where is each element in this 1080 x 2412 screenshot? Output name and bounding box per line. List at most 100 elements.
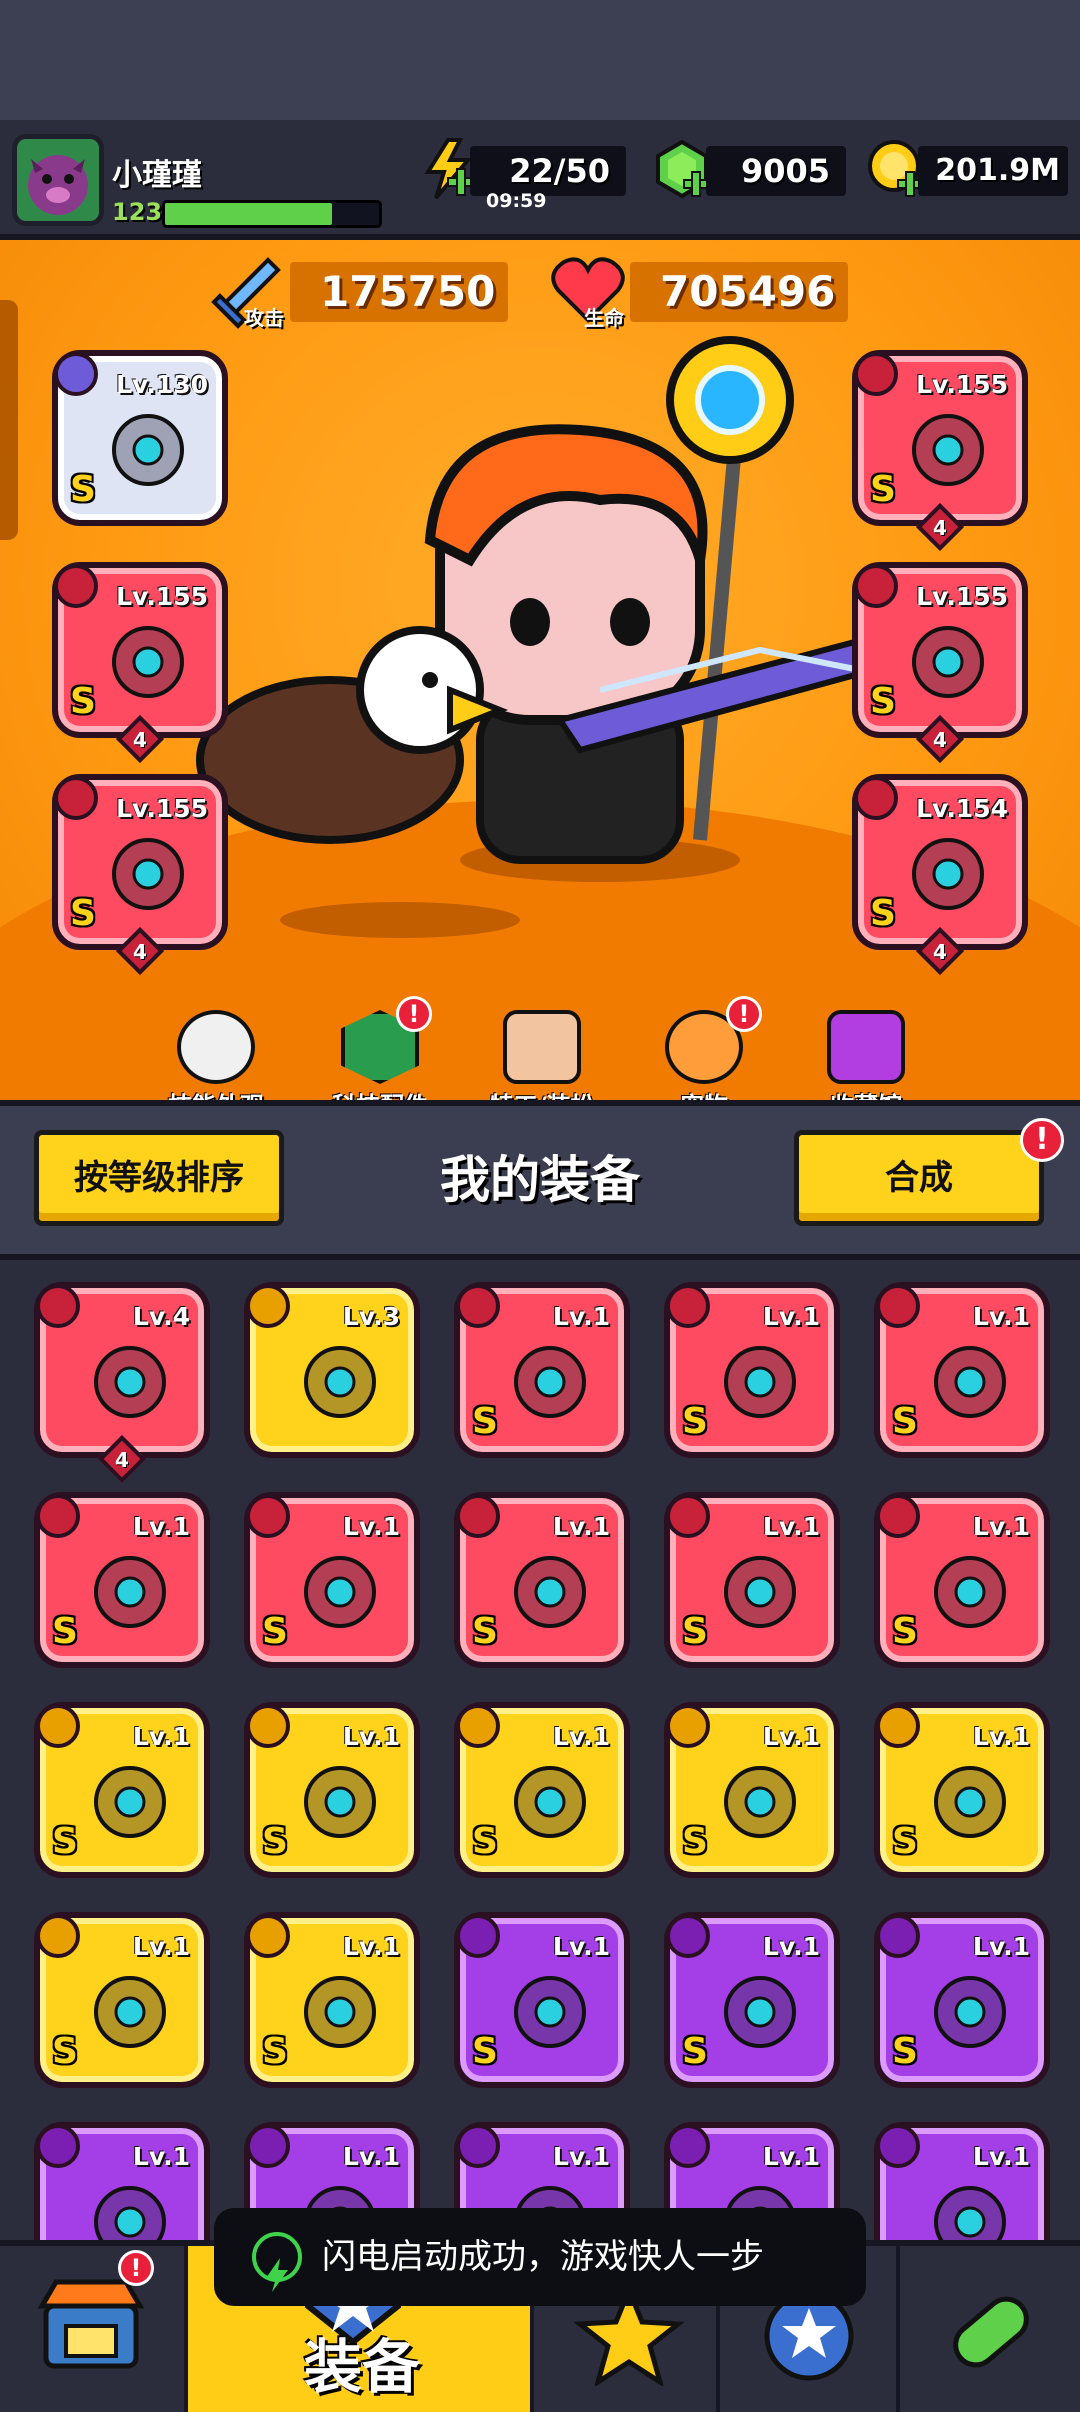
item-grade: S (892, 2031, 918, 2072)
item-level: Lv.155 (916, 370, 1008, 399)
status-bar-area (0, 0, 1080, 120)
spiked-drill-icon (500, 1962, 600, 2062)
item-level: Lv.1 (972, 1302, 1030, 1331)
boar-avatar-icon (28, 155, 88, 215)
inventory-item[interactable]: Lv.1 S (874, 1702, 1050, 1878)
attack-value: 175750 (290, 262, 508, 322)
side-drawer-handle[interactable] (0, 300, 18, 540)
inventory-item[interactable]: Lv.1 S (874, 1282, 1050, 1458)
item-level: Lv.1 (342, 1932, 400, 1961)
inventory-item[interactable]: Lv.1 S (454, 1492, 630, 1668)
inventory-item[interactable]: Lv.1 S (664, 1912, 840, 2088)
spiked-drill-icon (710, 1752, 810, 1852)
item-level: Lv.1 (552, 1512, 610, 1541)
purple-chest-icon (827, 1010, 905, 1084)
inventory-item[interactable]: Lv.1 S (664, 1702, 840, 1878)
inventory-item[interactable]: Lv.1 S (34, 1702, 210, 1878)
item-grade: S (682, 1401, 708, 1442)
slot-type-icon (246, 1914, 290, 1958)
item-level: Lv.154 (916, 794, 1008, 823)
inventory-item[interactable]: Lv.1 S (664, 1282, 840, 1458)
merge-button[interactable]: 合成 (794, 1130, 1044, 1226)
equipment-art-icon (898, 824, 998, 924)
item-level: Lv.1 (972, 1512, 1030, 1541)
slot-type-icon (876, 2124, 920, 2168)
slot-armor[interactable]: Lv.155 S 4 (852, 350, 1028, 552)
water-gun-icon (290, 1752, 390, 1852)
slot-type-icon (36, 2124, 80, 2168)
inventory-item[interactable]: Lv.1 S (454, 1702, 630, 1878)
slot-type-icon (246, 1284, 290, 1328)
slot-boots[interactable]: Lv.154 S 4 (852, 774, 1028, 976)
slot-type-icon (876, 1284, 920, 1328)
xp-bar (162, 200, 382, 228)
slot-type-icon (666, 1914, 710, 1958)
katana-icon (80, 1542, 180, 1642)
shop-icon (37, 2279, 145, 2369)
slot-type-icon (854, 564, 898, 608)
slot-glove[interactable]: Lv.155 S 4 (52, 774, 228, 976)
item-level: Lv.1 (762, 2142, 820, 2171)
item-grade: S (682, 1611, 708, 1652)
inventory-item[interactable]: Lv.1 S (874, 1912, 1050, 2088)
item-grade: S (682, 2031, 708, 2072)
armor-icon (920, 1962, 1020, 2062)
item-level: Lv.1 (972, 2142, 1030, 2171)
item-level: Lv.1 (762, 1302, 820, 1331)
coin-icon[interactable] (866, 138, 926, 200)
nav-genes[interactable] (896, 2246, 1080, 2412)
inventory-item[interactable]: Lv.1 S (874, 1492, 1050, 1668)
item-level: Lv.155 (916, 582, 1008, 611)
avatar[interactable] (12, 134, 104, 226)
gauntlet-icon (290, 1332, 390, 1432)
item-level: Lv.4 (132, 1302, 190, 1331)
inventory-item[interactable]: Lv.3 (244, 1282, 420, 1458)
inventory-item[interactable]: Lv.1 S (244, 1492, 420, 1668)
item-level: Lv.1 (132, 1512, 190, 1541)
toast-message: 闪电启动成功，游戏快人一步 (214, 2208, 866, 2306)
item-level: Lv.1 (342, 2142, 400, 2171)
item-level: Lv.1 (552, 1932, 610, 1961)
boot-icon (290, 1962, 390, 2062)
item-stars: 4 (933, 728, 947, 752)
inventory-item[interactable]: Lv.1 S (244, 1912, 420, 2088)
coin-value: 201.9M (918, 146, 1068, 196)
slot-type-icon (54, 776, 98, 820)
gem-icon[interactable] (652, 138, 712, 200)
item-grade: S (70, 681, 96, 722)
player-name: 小瑾瑾 (112, 158, 202, 193)
slot-type-icon (666, 1284, 710, 1328)
inventory-item[interactable]: Lv.1 S (244, 1702, 420, 1878)
item-stars: 4 (115, 1448, 129, 1472)
item-grade: S (52, 1611, 78, 1652)
pets-alert-badge: ! (726, 996, 762, 1032)
slot-type-icon (36, 1494, 80, 1538)
inventory-item[interactable]: Lv.1 S (454, 1282, 630, 1458)
item-level: Lv.1 (132, 1722, 190, 1751)
slot-necklace[interactable]: Lv.155 S 4 (52, 562, 228, 764)
item-grade: S (70, 893, 96, 934)
inventory-item[interactable]: Lv.1 S (664, 1492, 840, 1668)
energy-bolt-icon[interactable] (418, 138, 478, 200)
slot-type-icon (456, 1914, 500, 1958)
slot-type-icon (54, 352, 98, 396)
slot-type-icon (876, 1494, 920, 1538)
slot-type-icon (36, 1704, 80, 1748)
lightning-icon (252, 2232, 302, 2292)
equipment-art-icon (898, 400, 998, 500)
gem-value: 9005 (706, 146, 846, 196)
inventory-item[interactable]: Lv.1 S (454, 1912, 630, 2088)
item-grade: S (70, 469, 96, 510)
item-level: Lv.1 (552, 1722, 610, 1751)
inventory-item[interactable]: Lv.1 S (34, 1492, 210, 1668)
item-stars: 4 (133, 940, 147, 964)
slot-weapon[interactable]: Lv.130 S (52, 350, 228, 526)
slot-belt[interactable]: Lv.155 S 4 (852, 562, 1028, 764)
inventory-item[interactable]: Lv.4 4 (34, 1282, 210, 1484)
slot-type-icon (54, 564, 98, 608)
soccer-hat-icon (177, 1010, 255, 1084)
attack-label: 攻击 (244, 306, 284, 330)
inventory-item[interactable]: Lv.1 S (34, 1912, 210, 2088)
equipment-art-icon (98, 400, 198, 500)
nav-shop[interactable] (0, 2246, 184, 2412)
